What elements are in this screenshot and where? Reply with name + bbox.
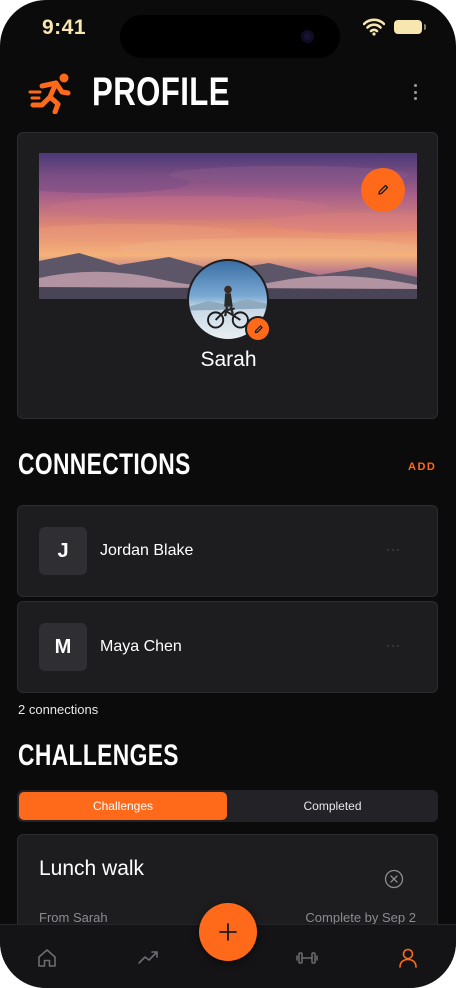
more-icon[interactable]: ···	[386, 542, 401, 556]
connection-item[interactable]: J Jordan Blake ···	[17, 505, 438, 597]
pencil-icon	[254, 324, 263, 333]
pencil-icon	[378, 184, 389, 195]
connection-item[interactable]: M Maya Chen ···	[17, 601, 438, 693]
challenges-title: CHALLENGES	[18, 739, 179, 772]
avatar-edit-button[interactable]	[245, 316, 271, 342]
challenges-segmented-control: Challenges Completed	[17, 790, 438, 822]
profile-name: Sarah	[200, 348, 257, 371]
tab-completed[interactable]: Completed	[229, 792, 436, 820]
cover-edit-button[interactable]	[361, 168, 405, 212]
runner-logo-icon	[28, 73, 71, 114]
camera-icon	[301, 30, 314, 43]
challenge-title: Lunch walk	[39, 857, 145, 880]
wifi-icon	[363, 18, 385, 36]
connection-name: Jordan Blake	[100, 542, 194, 559]
dumbbell-icon[interactable]	[296, 947, 318, 969]
battery-icon	[394, 20, 426, 34]
home-icon[interactable]	[36, 947, 58, 969]
more-icon[interactable]: ···	[386, 638, 401, 652]
plus-icon	[219, 923, 237, 941]
challenge-from: From Sarah	[39, 910, 108, 925]
kebab-menu-icon[interactable]	[405, 82, 425, 102]
status-time: 9:41	[42, 16, 87, 39]
trending-icon[interactable]	[137, 947, 159, 969]
add-connection-button[interactable]: ADD	[408, 461, 436, 473]
close-icon[interactable]	[384, 869, 404, 889]
connections-title: CONNECTIONS	[18, 448, 191, 481]
phone-screen: 9:41 PROFILE Sarah CONNECTIONS ADD J Jor…	[0, 0, 456, 988]
connections-count: 2 connections	[18, 702, 99, 717]
dynamic-island	[120, 15, 340, 58]
profile-card: Sarah	[17, 132, 438, 419]
add-fab-button[interactable]	[199, 903, 257, 961]
connection-initial: M	[39, 623, 87, 671]
tab-challenges[interactable]: Challenges	[19, 792, 227, 820]
connection-name: Maya Chen	[100, 638, 182, 655]
page-title: PROFILE	[92, 70, 230, 114]
user-icon[interactable]	[397, 947, 419, 969]
connection-initial: J	[39, 527, 87, 575]
challenge-due-date: Complete by Sep 2	[305, 910, 416, 925]
